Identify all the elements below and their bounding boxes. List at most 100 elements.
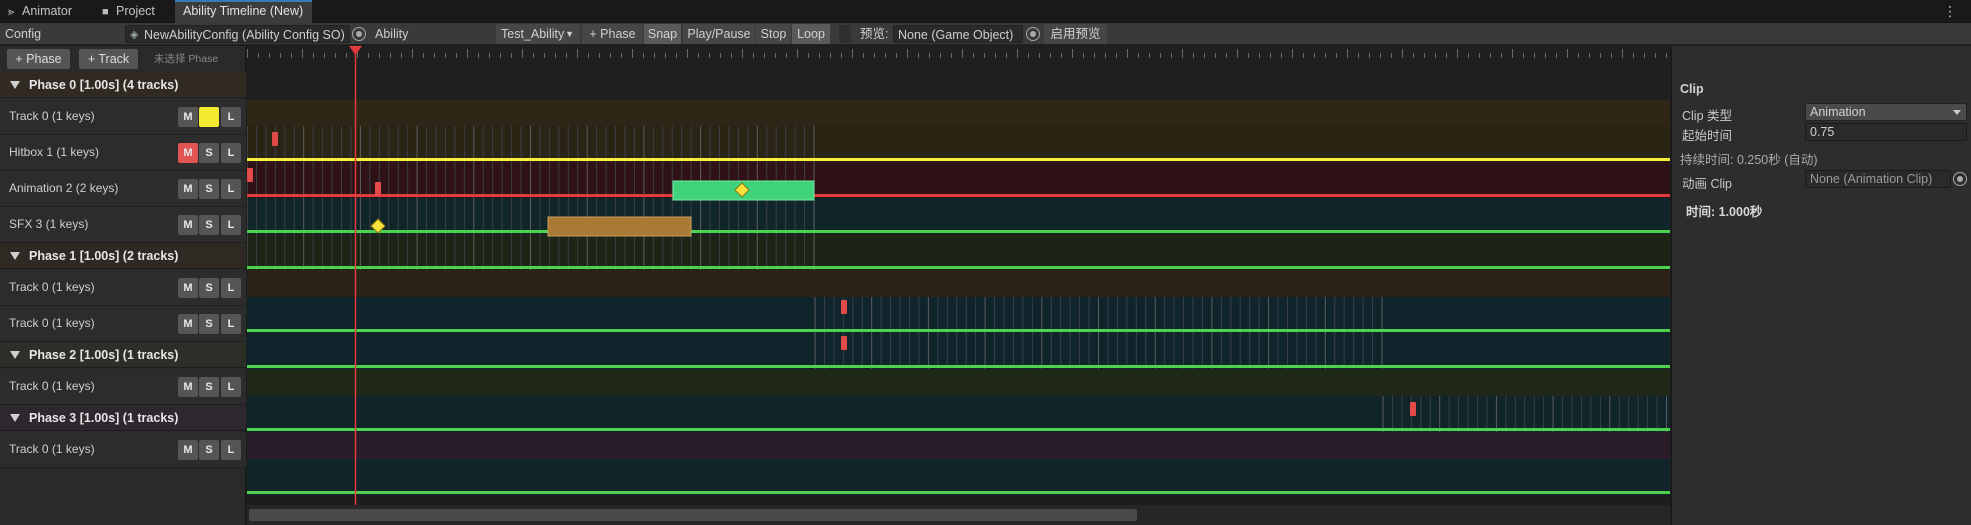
solo-button[interactable]: S (199, 440, 219, 460)
track-line (247, 491, 1670, 494)
track-list-panel: + Phase + Track 未选择 Phase Phase 0 [1.00s… (0, 46, 246, 525)
keyframe-key[interactable] (272, 132, 278, 146)
start-time-input[interactable]: 0.75 (1805, 123, 1967, 141)
clip-type-label: Clip 类型 (1682, 109, 1733, 123)
track-row[interactable]: SFX 3 (1 keys) M S L (0, 207, 246, 243)
preview-object-field[interactable]: None (Game Object) (893, 25, 1023, 43)
tab-animator-label: Animator (22, 4, 73, 18)
timeline-toolbar: Config ◈ NewAbilityConfig (Ability Confi… (0, 23, 1971, 45)
mute-button[interactable]: M (178, 440, 198, 460)
track-line (247, 365, 1670, 368)
mute-button[interactable]: M (178, 215, 198, 235)
lock-button[interactable]: L (221, 143, 241, 163)
track-line (247, 230, 1670, 233)
phase-label: Phase 3 [1.00s] (1 tracks) (29, 411, 179, 425)
phase-header-1[interactable]: Phase 1 [1.00s] (2 tracks) (0, 243, 246, 269)
solo-button[interactable]: S (199, 179, 219, 199)
ability-dropdown[interactable]: Test_Ability ▼ (496, 24, 580, 44)
folder-icon: ■ (102, 6, 109, 18)
keyframe-key[interactable] (841, 336, 847, 350)
track-lane (247, 234, 1670, 270)
track-label: Track 0 (1 keys) (9, 316, 95, 330)
track-lane (247, 162, 1670, 198)
playhead-marker (349, 46, 362, 55)
more-options-icon[interactable]: ⋮ (1943, 0, 1957, 23)
track-row[interactable]: Track 0 (1 keys) M S L (0, 306, 246, 342)
phase-header-0[interactable]: Phase 0 [1.00s] (4 tracks) (0, 72, 246, 98)
add-track-button[interactable]: + Track (79, 49, 138, 69)
phase-lane (247, 100, 1670, 126)
track-row[interactable]: Animation 2 (2 keys) M S L (0, 171, 246, 207)
lock-button[interactable]: L (221, 314, 241, 334)
collapse-triangle-icon[interactable] (10, 252, 20, 260)
chevron-down-icon (1953, 110, 1961, 115)
anim-clip-picker-icon[interactable] (1953, 172, 1967, 186)
collapse-triangle-icon[interactable] (10, 351, 20, 359)
config-picker-icon[interactable] (352, 27, 366, 41)
solo-button[interactable]: S (199, 377, 219, 397)
mute-button[interactable]: M (178, 143, 198, 163)
collapse-triangle-icon[interactable] (10, 414, 20, 422)
track-row[interactable]: Track 0 (1 keys) M S L (0, 270, 246, 306)
track-line (247, 428, 1670, 431)
lock-button[interactable]: L (221, 440, 241, 460)
keyframe-key[interactable] (841, 300, 847, 314)
anim-clip-field[interactable]: None (Animation Clip) (1805, 170, 1951, 188)
loop-toggle[interactable]: Loop (792, 24, 830, 44)
ability-value: Test_Ability (501, 27, 565, 41)
tab-project-label: Project (116, 4, 155, 18)
solo-button[interactable]: S (199, 278, 219, 298)
lock-button[interactable]: L (221, 215, 241, 235)
scriptable-object-icon: ◈ (130, 29, 139, 41)
collapse-triangle-icon[interactable] (10, 81, 20, 89)
solo-button[interactable]: S (199, 143, 219, 163)
keyframe-key[interactable] (1410, 402, 1416, 416)
keyframe-key[interactable] (375, 182, 381, 196)
track-row[interactable]: Track 0 (1 keys) M L (0, 99, 246, 135)
clip-type-dropdown[interactable]: Animation (1805, 103, 1967, 121)
timeline-canvas[interactable] (247, 46, 1670, 505)
add-phase-toolbar-button[interactable]: + Phase (582, 24, 643, 44)
phase-header-3[interactable]: Phase 3 [1.00s] (1 tracks) (0, 405, 246, 431)
mute-button[interactable]: M (178, 107, 198, 127)
keyframe-key[interactable] (247, 168, 253, 182)
solo-button[interactable] (199, 107, 219, 127)
config-object-field[interactable]: ◈ NewAbilityConfig (Ability Config SO) (125, 25, 350, 43)
horizontal-scrollbar[interactable] (247, 505, 1670, 525)
mute-button[interactable]: M (178, 179, 198, 199)
tab-project[interactable]: ■ Project (94, 0, 174, 23)
add-phase-button[interactable]: + Phase (7, 49, 70, 69)
sfx-clip[interactable] (547, 216, 692, 237)
play-pause-button[interactable]: Play/Pause (683, 24, 755, 44)
config-label: Config (5, 27, 42, 41)
toolbar-divider (839, 25, 851, 43)
editor-tab-bar: ⪢ Animator ■ Project Ability Timeline (New… (0, 0, 1971, 23)
lock-button[interactable]: L (221, 179, 241, 199)
stop-button[interactable]: Stop (756, 24, 791, 44)
preview-picker-icon[interactable] (1026, 27, 1040, 41)
track-row[interactable]: Hitbox 1 (1 keys) M S L (0, 135, 246, 171)
track-lane (247, 297, 1670, 333)
lock-button[interactable]: L (221, 107, 241, 127)
track-label: Track 0 (1 keys) (9, 280, 95, 294)
lock-button[interactable]: L (221, 377, 241, 397)
phase-header-2[interactable]: Phase 2 [1.00s] (1 tracks) (0, 342, 246, 368)
phase-lane (247, 369, 1670, 396)
tab-animator[interactable]: ⪢ Animator (0, 0, 92, 23)
snap-toggle[interactable]: Snap (644, 24, 681, 44)
track-row[interactable]: Track 0 (1 keys) M S L (0, 369, 246, 405)
solo-button[interactable]: S (199, 314, 219, 334)
lock-button[interactable]: L (221, 278, 241, 298)
track-label: Track 0 (1 keys) (9, 379, 95, 393)
mute-button[interactable]: M (178, 377, 198, 397)
track-row[interactable]: Track 0 (1 keys) M S L (0, 432, 246, 468)
timeline-area[interactable] (247, 46, 1670, 525)
tab-ability-timeline[interactable]: Ability Timeline (New) (175, 0, 312, 23)
scrollbar-thumb[interactable] (249, 509, 1137, 521)
solo-button[interactable]: S (199, 215, 219, 235)
enable-preview-button[interactable]: 启用预览 (1044, 24, 1107, 44)
mute-button[interactable]: M (178, 278, 198, 298)
animator-icon: ⪢ (8, 6, 15, 18)
track-lane (247, 459, 1670, 495)
mute-button[interactable]: M (178, 314, 198, 334)
